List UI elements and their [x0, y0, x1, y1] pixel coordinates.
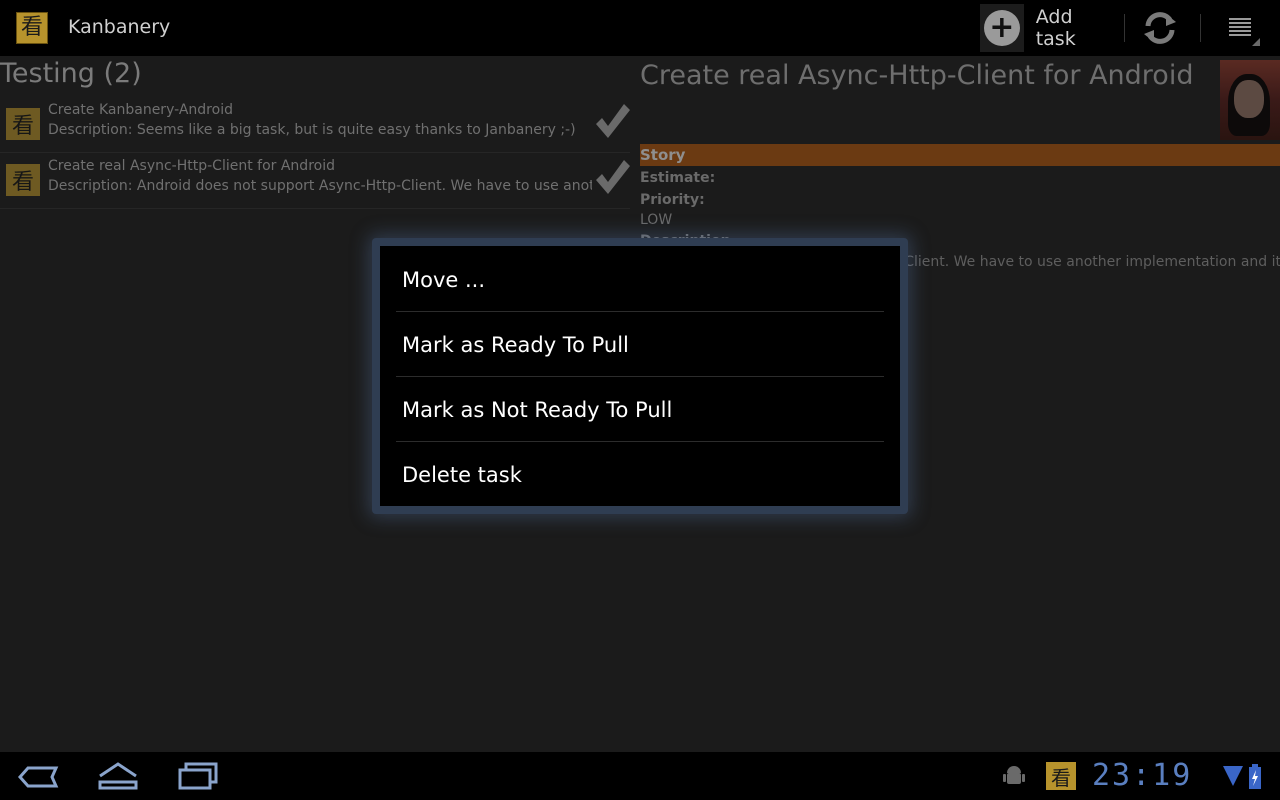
app-title: Kanbanery — [68, 16, 171, 38]
wifi-icon — [1223, 766, 1243, 786]
actionbar-divider — [1124, 14, 1125, 42]
checkmark-icon[interactable] — [592, 102, 632, 142]
checkmark-icon[interactable] — [592, 158, 632, 198]
detail-title: Create real Async-Http-Client for Androi… — [640, 60, 1194, 91]
menu-item-label: Mark as Not Ready To Pull — [402, 398, 673, 422]
battery-icon — [1249, 764, 1261, 789]
clock[interactable]: 23:19 — [1092, 758, 1192, 793]
context-menu-dialog: Move ... Mark as Ready To Pull Mark as N… — [380, 246, 900, 506]
menu-item-move[interactable]: Move ... — [396, 248, 884, 312]
kanbanery-logo-icon[interactable]: 看 — [16, 12, 48, 44]
menu-item-label: Move ... — [402, 268, 486, 292]
refresh-icon — [1144, 12, 1176, 44]
task-icon: 看 — [6, 108, 40, 140]
task-title: Create real Async-Http-Client for Androi… — [48, 158, 335, 174]
avatar — [1220, 60, 1280, 140]
task-type-bar: Story — [640, 144, 1280, 166]
home-icon[interactable] — [96, 760, 140, 794]
plus-circle-icon: + — [980, 4, 1024, 52]
add-task-label: Add task — [1035, 6, 1076, 50]
overflow-menu-icon — [1229, 18, 1260, 46]
estimate-label: Estimate: — [640, 170, 716, 186]
add-task-button[interactable]: + Add task — [980, 4, 1118, 52]
task-description: Description: Seems like a big task, but … — [48, 122, 576, 138]
screen: 看 Kanbanery + Add task Testing (2) 看 Cre… — [0, 0, 1280, 800]
menu-divider — [396, 441, 884, 442]
menu-divider — [396, 311, 884, 312]
task-title: Create Kanbanery-Android — [48, 102, 233, 118]
action-bar: 看 Kanbanery + Add task — [0, 0, 1280, 56]
menu-item-label: Mark as Ready To Pull — [402, 333, 629, 357]
refresh-button[interactable] — [1140, 10, 1180, 46]
recent-apps-icon[interactable] — [176, 760, 220, 794]
task-row[interactable]: 看 Create Kanbanery-Android Description: … — [0, 100, 630, 153]
kanbanery-notification-icon[interactable]: 看 — [1046, 762, 1076, 790]
task-icon: 看 — [6, 164, 40, 196]
menu-item-delete[interactable]: Delete task — [396, 443, 884, 507]
priority-value: LOW — [640, 212, 673, 228]
actionbar-divider — [1200, 14, 1201, 42]
android-debug-icon[interactable] — [1002, 764, 1026, 788]
menu-item-mark-ready[interactable]: Mark as Ready To Pull — [396, 313, 884, 377]
system-bar: 看 23:19 — [0, 752, 1280, 800]
priority-label: Priority: — [640, 192, 705, 208]
menu-item-mark-not-ready[interactable]: Mark as Not Ready To Pull — [396, 378, 884, 442]
task-type-label: Story — [640, 146, 686, 164]
task-row[interactable]: 看 Create real Async-Http-Client for Andr… — [0, 156, 630, 209]
column-title: Testing (2) — [0, 58, 142, 89]
back-icon[interactable] — [16, 760, 60, 794]
menu-divider — [396, 376, 884, 377]
task-description: Description: Android does not support As… — [48, 178, 592, 194]
overflow-menu-button[interactable] — [1222, 12, 1262, 48]
menu-item-label: Delete task — [402, 463, 522, 487]
